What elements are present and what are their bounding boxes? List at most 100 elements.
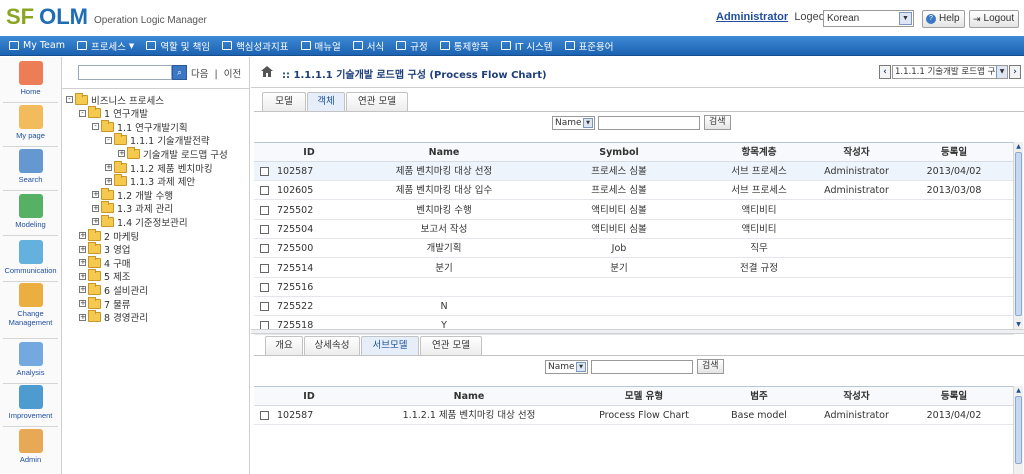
top-grid-scrollbar[interactable]: ▲ ▼ xyxy=(1013,142,1023,329)
column-header[interactable]: ID xyxy=(254,387,364,406)
menu-item-3[interactable]: 핵심성과지표 xyxy=(222,36,289,56)
tab-top_tabs-1[interactable]: 객체 xyxy=(307,92,345,111)
menu-item-8[interactable]: IT 시스템 xyxy=(500,36,553,56)
collapse-icon[interactable]: - xyxy=(105,136,112,144)
expand-icon[interactable]: + xyxy=(92,191,99,199)
table-row[interactable]: 725502 벤치마킹 수행 액티비티 심볼 액티비티 xyxy=(254,200,1014,220)
chevron-left-icon[interactable]: ‹ xyxy=(879,65,891,79)
chevron-right-icon[interactable]: › xyxy=(1009,65,1021,79)
tree-node[interactable]: +5 제조 xyxy=(79,269,131,283)
expand-icon[interactable]: + xyxy=(79,259,86,267)
scroll-down-icon[interactable]: ▼ xyxy=(1014,320,1023,329)
tree-node[interactable]: - 1.1.1 기술개발전략 xyxy=(105,133,210,147)
tree-node[interactable]: +8 경영관리 xyxy=(79,310,148,324)
expand-icon[interactable]: + xyxy=(118,150,125,158)
tree-node[interactable]: +4 구매 xyxy=(79,255,131,270)
pane-splitter[interactable] xyxy=(251,329,1024,334)
tree-node[interactable]: - 비즈니스 프로세스 xyxy=(66,92,164,107)
tree-node[interactable]: +7 물류 xyxy=(79,296,131,311)
expand-icon[interactable]: + xyxy=(79,300,86,307)
top-filter-field-select[interactable]: Name ▼ xyxy=(552,115,595,130)
table-row[interactable]: 725522 N xyxy=(254,297,1014,317)
bottom-filter-input[interactable] xyxy=(591,359,693,374)
table-row[interactable]: 725514 분기 분기 전결 규정 xyxy=(254,258,1014,278)
column-header[interactable]: 작성자 xyxy=(814,387,899,406)
tree-node[interactable]: +1.1.2 제품 벤치마킹 xyxy=(105,160,213,175)
breadcrumb-select[interactable]: 1.1.1.1 기술개발 로드맵 구성 ▼ xyxy=(892,65,1008,79)
tab-bottom_tabs-0[interactable]: 개요 xyxy=(265,336,303,355)
tree-node[interactable]: + 기술개발 로드맵 구성 xyxy=(118,146,228,161)
nav-item-1[interactable]: My page xyxy=(0,105,61,140)
column-header[interactable]: 등록일 xyxy=(899,387,1009,406)
nav-item-7[interactable]: Improvement xyxy=(0,385,61,420)
menu-item-0[interactable]: My Team xyxy=(9,36,65,56)
column-header[interactable]: 항목계층 xyxy=(704,143,814,162)
table-row[interactable]: 725516 xyxy=(254,277,1014,297)
column-header[interactable]: ID xyxy=(254,143,364,162)
menu-item-2[interactable]: 역할 및 책임 xyxy=(146,36,210,56)
expand-icon[interactable]: + xyxy=(105,164,112,171)
tab-bottom_tabs-1[interactable]: 상세속성 xyxy=(304,336,360,355)
scroll-up-icon[interactable]: ▲ xyxy=(1014,386,1023,395)
scroll-thumb[interactable] xyxy=(1015,396,1022,464)
table-row[interactable]: 102587 1.1.2.1 제품 벤치마킹 대상 선정 Process Flow … xyxy=(254,406,1014,425)
logout-button[interactable]: ⇥ Logout xyxy=(969,10,1020,28)
menu-item-7[interactable]: 통제항목 xyxy=(439,36,489,56)
table-row[interactable]: 725504 보고서 작성 액티비티 심볼 액티비티 xyxy=(254,219,1014,239)
tree-node[interactable]: +3 영업 xyxy=(79,242,131,256)
tab-bottom_tabs-3[interactable]: 연관 모델 xyxy=(420,336,482,355)
nav-item-5[interactable]: Change Management xyxy=(0,283,61,327)
tree-node[interactable]: +2 마케팅 xyxy=(79,228,139,243)
column-header[interactable]: Name xyxy=(354,387,584,406)
table-row[interactable]: 102605 제품 벤치마킹 대상 입수 프로세스 심볼 서브 프로세스 Adminis… xyxy=(254,181,1014,201)
tree-prev-link[interactable]: 이전 xyxy=(224,69,241,80)
tree-node[interactable]: +6 설비관리 xyxy=(79,282,148,297)
nav-item-0[interactable]: Home xyxy=(0,61,61,96)
tab-top_tabs-0[interactable]: 모델 xyxy=(262,92,306,111)
nav-item-6[interactable]: Analysis xyxy=(0,342,61,377)
search-icon[interactable]: ⌕ xyxy=(172,65,187,80)
bottom-filter-field-select[interactable]: Name ▼ xyxy=(545,359,588,374)
expand-icon[interactable]: + xyxy=(92,204,99,212)
expand-icon[interactable]: + xyxy=(92,218,99,226)
home-icon[interactable] xyxy=(261,66,273,77)
top-search-button[interactable]: 검색 xyxy=(704,115,731,130)
username-link[interactable]: Administrator xyxy=(716,11,788,23)
app-logo[interactable]: SF OLM Operation Logic Manager xyxy=(6,4,207,30)
column-header[interactable]: 작성자 xyxy=(814,143,899,162)
expand-icon[interactable]: + xyxy=(79,245,86,253)
top-filter-input[interactable] xyxy=(598,115,700,130)
help-button[interactable]: ? Help xyxy=(922,10,965,28)
expand-icon[interactable]: + xyxy=(79,272,86,280)
nav-item-2[interactable]: Search xyxy=(0,149,61,184)
bottom-grid-scrollbar[interactable]: ▲ xyxy=(1013,386,1023,474)
column-header[interactable]: 등록일 xyxy=(899,143,1009,162)
menu-item-1[interactable]: 프로세스 ▼ xyxy=(76,36,134,56)
tab-bottom_tabs-2[interactable]: 서브모델 xyxy=(361,336,419,355)
tree-node[interactable]: +1.4 기준정보관리 xyxy=(92,214,188,229)
column-header[interactable]: 범주 xyxy=(704,387,814,406)
scroll-up-icon[interactable]: ▲ xyxy=(1014,142,1023,151)
scroll-thumb[interactable] xyxy=(1015,152,1022,316)
collapse-icon[interactable]: - xyxy=(92,123,99,131)
bottom-search-button[interactable]: 검색 xyxy=(697,359,724,374)
tab-top_tabs-2[interactable]: 연관 모델 xyxy=(346,92,408,111)
column-header[interactable]: Symbol xyxy=(534,143,704,162)
tree-next-link[interactable]: 다음 xyxy=(191,69,208,80)
expand-icon[interactable]: + xyxy=(105,177,112,185)
tree-search-input[interactable] xyxy=(78,65,172,80)
expand-icon[interactable]: + xyxy=(79,232,86,239)
nav-item-8[interactable]: Admin xyxy=(0,429,61,464)
table-row[interactable]: 102587 제품 벤치마킹 대상 선정 프로세스 심볼 서브 프로세스 Adminis… xyxy=(254,162,1014,181)
expand-icon[interactable]: + xyxy=(79,313,86,321)
nav-item-4[interactable]: Communication xyxy=(0,240,61,275)
menu-item-4[interactable]: 매뉴얼 xyxy=(300,36,341,56)
menu-item-9[interactable]: 표준용어 xyxy=(564,36,614,56)
collapse-icon[interactable]: - xyxy=(66,96,73,103)
tree-node[interactable]: - 1 연구개발 xyxy=(79,106,148,120)
tree-node[interactable]: +1.1.3 과제 제안 xyxy=(105,174,195,188)
menu-item-5[interactable]: 서식 xyxy=(352,36,384,56)
column-header[interactable]: Name xyxy=(354,143,534,162)
language-select[interactable]: Korean ▼ xyxy=(823,10,914,27)
tree-node[interactable]: +1.2 개발 수행 xyxy=(92,187,173,202)
